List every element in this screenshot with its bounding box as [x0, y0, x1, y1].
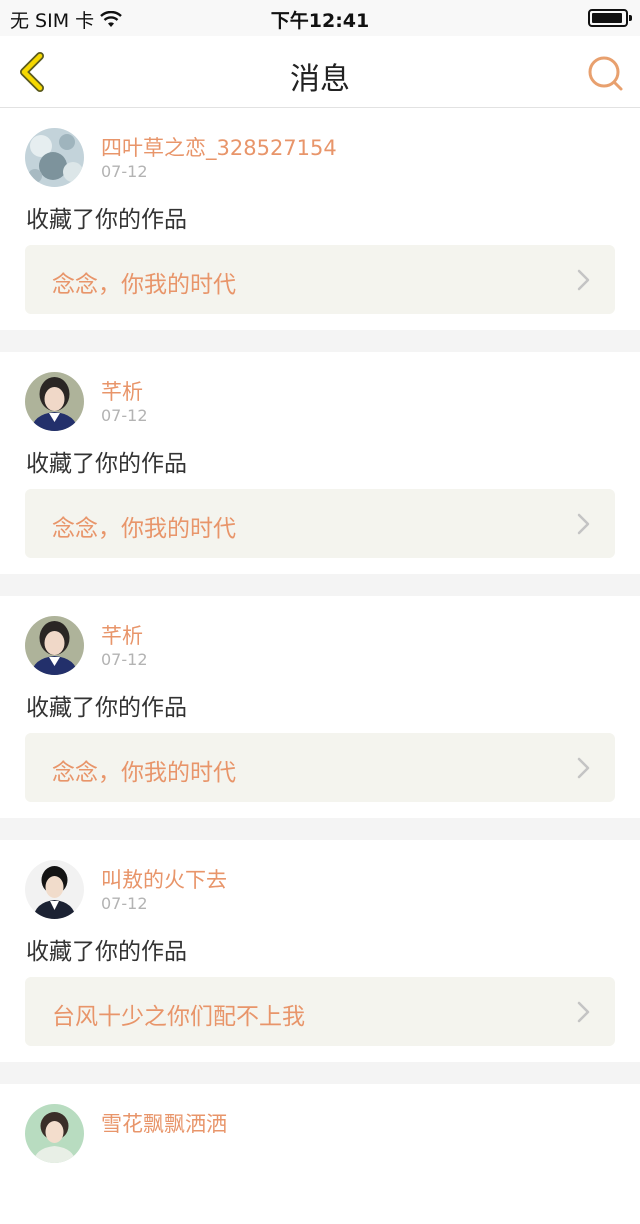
- page-title: 消息: [290, 62, 350, 97]
- nav-bar: 消息: [0, 36, 640, 108]
- work-title: 念念，你我的时代: [52, 516, 236, 542]
- username[interactable]: 芊析: [101, 376, 143, 406]
- search-icon[interactable]: [584, 52, 626, 94]
- work-link[interactable]: 念念，你我的时代: [25, 733, 615, 802]
- message-date: 07-12: [101, 162, 148, 181]
- avatar[interactable]: [25, 1104, 84, 1163]
- work-title: 念念，你我的时代: [52, 272, 236, 298]
- chevron-right-icon: [577, 757, 590, 779]
- chevron-right-icon: [577, 1001, 590, 1023]
- message-date: 07-12: [101, 650, 148, 669]
- status-time: 下午12:41: [270, 10, 370, 32]
- action-text: 收藏了你的作品: [26, 207, 187, 233]
- username[interactable]: 叫敖的火下去: [101, 864, 227, 894]
- message-list: 四叶草之恋_328527154 07-12 收藏了你的作品 念念，你我的时代 芊…: [0, 108, 640, 1224]
- message-card: 雪花飘飘洒洒: [0, 1084, 640, 1224]
- action-text: 收藏了你的作品: [26, 451, 187, 477]
- message-card: 芊析 07-12 收藏了你的作品 念念，你我的时代: [0, 352, 640, 574]
- message-card: 四叶草之恋_328527154 07-12 收藏了你的作品 念念，你我的时代: [0, 108, 640, 330]
- avatar[interactable]: [25, 860, 84, 919]
- avatar[interactable]: [25, 372, 84, 431]
- message-card: 芊析 07-12 收藏了你的作品 念念，你我的时代: [0, 596, 640, 818]
- work-title: 台风十少之你们配不上我: [52, 1004, 305, 1030]
- message-card: 叫敖的火下去 07-12 收藏了你的作品 台风十少之你们配不上我: [0, 840, 640, 1062]
- chevron-right-icon: [577, 269, 590, 291]
- username[interactable]: 四叶草之恋_328527154: [101, 132, 337, 162]
- action-text: 收藏了你的作品: [26, 939, 187, 965]
- chevron-right-icon: [577, 513, 590, 535]
- avatar[interactable]: [25, 616, 84, 675]
- message-date: 07-12: [101, 894, 148, 913]
- avatar[interactable]: [25, 128, 84, 187]
- message-date: 07-12: [101, 406, 148, 425]
- work-link[interactable]: 念念，你我的时代: [25, 489, 615, 558]
- action-text: 收藏了你的作品: [26, 695, 187, 721]
- work-link[interactable]: 念念，你我的时代: [25, 245, 615, 314]
- status-bar: 无 SIM 卡 下午12:41: [0, 0, 640, 36]
- battery-icon: [588, 9, 632, 27]
- username[interactable]: 雪花飘飘洒洒: [101, 1108, 227, 1138]
- username[interactable]: 芊析: [101, 620, 143, 650]
- work-title: 念念，你我的时代: [52, 760, 236, 786]
- work-link[interactable]: 台风十少之你们配不上我: [25, 977, 615, 1046]
